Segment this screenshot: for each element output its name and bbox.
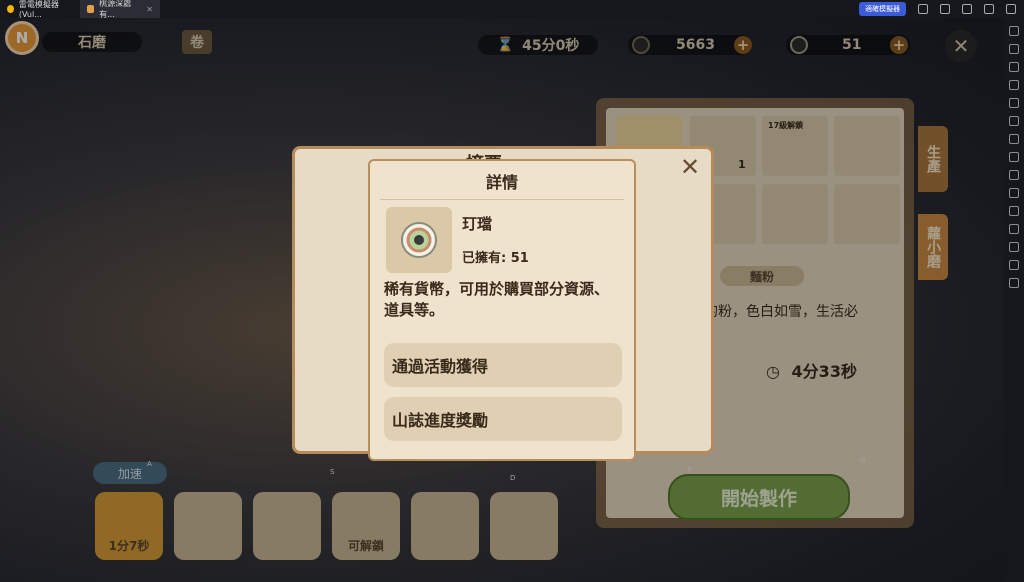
scissors-icon[interactable] [1009, 170, 1019, 180]
source-progress-button[interactable]: 山誌進度獎勵 [384, 397, 622, 441]
item-name: 玎璫 [462, 215, 493, 233]
sync-icon[interactable] [1009, 206, 1019, 216]
apk-icon[interactable] [1009, 134, 1019, 144]
volume-up-icon[interactable] [1009, 62, 1019, 72]
divider [380, 199, 624, 200]
accelerator-button[interactable]: 適確模擬器 [859, 2, 906, 16]
volume-down-icon[interactable] [1009, 80, 1019, 90]
item-description: 稀有貨幣，可用於購買部分資源、道具等。 [384, 280, 610, 319]
location-icon[interactable] [1009, 260, 1019, 270]
phone-icon[interactable] [1009, 224, 1019, 234]
summary-close-icon[interactable]: ✕ [680, 153, 700, 181]
settings-icon[interactable] [1009, 26, 1019, 36]
detail-dialog: 詳情 玎璫 已擁有: 51 稀有貨幣，可用於購買部分資源、道具等。 通過活動獲得… [368, 159, 636, 461]
folder-icon[interactable] [1009, 242, 1019, 252]
tab-label: 桃源深處有... [99, 0, 132, 19]
emulator-sidebar [1004, 18, 1024, 582]
item-owned: 已擁有: 51 [462, 251, 529, 266]
screenshot-icon[interactable] [1009, 98, 1019, 108]
keyboard-icon[interactable] [1009, 44, 1019, 54]
ldplayer-icon [7, 5, 14, 13]
video-icon[interactable] [1009, 188, 1019, 198]
menu-icon[interactable] [940, 4, 950, 14]
game-icon [87, 5, 95, 13]
minimize-icon[interactable] [962, 4, 972, 14]
more-icon[interactable] [1009, 278, 1019, 288]
game-viewport: N 石磨 卷 ⌛ 45分0秒 5663 + 51 + ✕ 1 17級解鎖 生產 … [0, 18, 1004, 582]
item-icon-box [386, 207, 452, 273]
account-icon[interactable] [918, 4, 928, 14]
robot-icon[interactable] [1009, 152, 1019, 162]
tab-label: 雷電模擬器(Vul... [18, 0, 59, 19]
tab-emulator[interactable]: 雷電模擬器(Vul... [0, 0, 80, 19]
window-close-icon[interactable] [1006, 4, 1016, 14]
source-event-button[interactable]: 通過活動獲得 [384, 343, 622, 387]
record-icon[interactable] [1009, 116, 1019, 126]
tab-game[interactable]: 桃源深處有... ✕ [80, 0, 160, 19]
tab-close-icon[interactable]: ✕ [146, 5, 153, 14]
dingdang-coin-icon [401, 222, 437, 258]
emulator-titlebar: 雷電模擬器(Vul... 桃源深處有... ✕ 適確模擬器 [0, 0, 1024, 19]
detail-title: 詳情 [485, 173, 518, 192]
maximize-icon[interactable] [984, 4, 994, 14]
